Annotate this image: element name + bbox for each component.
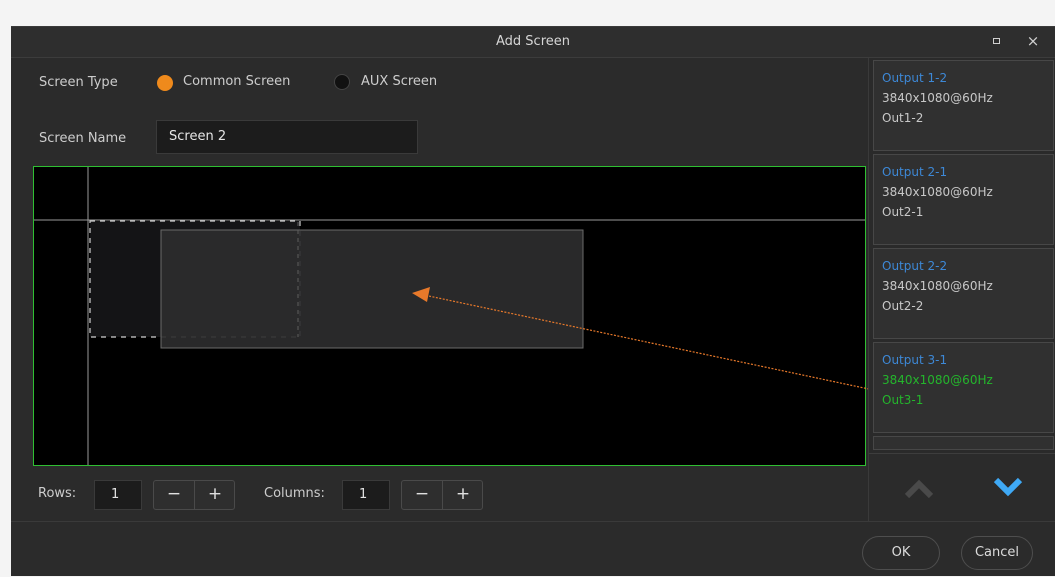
output-id: Out1-2 xyxy=(882,111,924,125)
ok-button[interactable]: OK xyxy=(862,536,940,570)
dialog-title: Add Screen xyxy=(496,34,570,49)
common-screen-label[interactable]: Common Screen xyxy=(183,74,290,89)
output-card-3-1[interactable]: Output 3-1 3840x1080@60Hz Out3-1 xyxy=(873,342,1054,433)
canvas-drawing xyxy=(34,167,865,465)
cancel-button[interactable]: Cancel xyxy=(961,536,1033,570)
scroll-arrow-bar xyxy=(869,453,1055,522)
rows-stepper: − + xyxy=(153,480,235,510)
output-id: Out2-2 xyxy=(882,299,924,313)
output-card-partial[interactable] xyxy=(873,436,1054,450)
scroll-up-icon[interactable] xyxy=(904,479,934,499)
output-id: Out3-1 xyxy=(882,393,924,407)
output-resolution: 3840x1080@60Hz xyxy=(882,373,993,387)
common-screen-radio[interactable] xyxy=(157,75,173,91)
output-id: Out2-1 xyxy=(882,205,924,219)
screen-type-label: Screen Type xyxy=(39,75,118,90)
output-resolution: 3840x1080@60Hz xyxy=(882,91,993,105)
aux-screen-radio[interactable] xyxy=(334,74,350,90)
columns-stepper: − + xyxy=(401,480,483,510)
close-icon[interactable]: × xyxy=(1025,33,1041,49)
output-card-2-2[interactable]: Output 2-2 3840x1080@60Hz Out2-2 xyxy=(873,248,1054,339)
columns-input[interactable]: 1 xyxy=(342,480,390,510)
columns-minus-button[interactable]: − xyxy=(402,481,443,509)
screen-name-input[interactable]: Screen 2 xyxy=(156,120,418,154)
rows-input[interactable]: 1 xyxy=(94,480,142,510)
title-bar[interactable]: Add Screen × xyxy=(11,27,1055,58)
output-card-1-2[interactable]: Output 1-2 3840x1080@60Hz Out1-2 xyxy=(873,60,1054,151)
output-title: Output 2-2 xyxy=(882,259,948,273)
add-screen-dialog: Add Screen × Screen Type Common Screen A… xyxy=(11,26,1055,576)
rows-minus-button[interactable]: − xyxy=(154,481,195,509)
scroll-down-icon[interactable] xyxy=(993,477,1023,497)
columns-label: Columns: xyxy=(264,486,325,501)
output-title: Output 3-1 xyxy=(882,353,948,367)
maximize-icon[interactable] xyxy=(988,33,1004,49)
aux-screen-label[interactable]: AUX Screen xyxy=(361,74,437,89)
screen-name-label: Screen Name xyxy=(39,131,127,146)
rows-plus-button[interactable]: + xyxy=(195,481,235,509)
footer-divider xyxy=(11,521,1055,522)
output-card-2-1[interactable]: Output 2-1 3840x1080@60Hz Out2-1 xyxy=(873,154,1054,245)
columns-plus-button[interactable]: + xyxy=(443,481,483,509)
screen-layout-canvas[interactable] xyxy=(33,166,866,466)
output-title: Output 2-1 xyxy=(882,165,948,179)
output-resolution: 3840x1080@60Hz xyxy=(882,185,993,199)
output-list-panel: Output 1-2 3840x1080@60Hz Out1-2 Output … xyxy=(868,58,1055,522)
output-resolution: 3840x1080@60Hz xyxy=(882,279,993,293)
screen-drop-region xyxy=(160,229,584,349)
output-title: Output 1-2 xyxy=(882,71,948,85)
rows-label: Rows: xyxy=(38,486,77,501)
